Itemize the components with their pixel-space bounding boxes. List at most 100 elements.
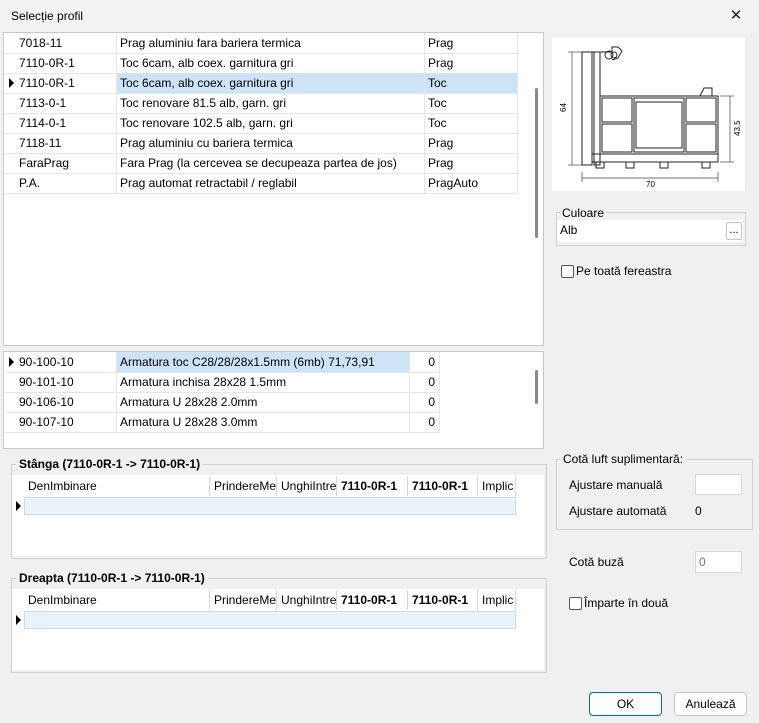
cancel-button[interactable]: Anulează	[674, 692, 747, 716]
column-header[interactable]: 7110-0R-1	[408, 590, 478, 610]
culoare-browse-button[interactable]: ...	[726, 222, 742, 240]
qty-value: 0	[428, 395, 435, 409]
reinforcement-code: 90-101-10	[16, 372, 117, 392]
qty-value: 0	[428, 415, 435, 429]
table-row[interactable]: FaraPrag Fara Prag (la cercevea se decup…	[4, 153, 518, 174]
profile-description: Prag automat retractabil / reglabil	[117, 173, 425, 193]
column-header[interactable]: DenImbinare	[24, 476, 210, 496]
table-row[interactable]: 7113-0-1 Toc renovare 81.5 alb, garn. gr…	[4, 93, 518, 114]
reinforcement-description: Armatura U 28x28 2.0mm	[117, 392, 410, 412]
profile-code: 7110-0R-1	[16, 73, 117, 93]
column-header[interactable]: UnghiIntre	[277, 590, 337, 610]
column-header[interactable]: 7110-0R-1	[337, 476, 408, 496]
profile-type: PragAuto	[425, 173, 518, 193]
profile-code: 7018-11	[16, 33, 117, 53]
ajustare-manuala-input[interactable]	[695, 474, 742, 495]
row-pointer-icon	[9, 357, 14, 367]
reinforcement-code: 90-107-10	[16, 412, 117, 432]
profile-code: FaraPrag	[16, 153, 117, 173]
profile-type: Toc	[425, 73, 518, 93]
row-pointer-icon	[16, 501, 21, 511]
row-pointer-icon	[9, 78, 14, 88]
stanga-title-word: Stânga	[19, 457, 60, 471]
column-header[interactable]: Implic	[478, 476, 516, 496]
imparte-label: Împarte în două	[584, 596, 669, 610]
ajustare-manuala-label: Ajustare manuală	[569, 478, 663, 492]
culoare-value: Alb	[560, 223, 578, 237]
culoare-label: Culoare	[560, 206, 607, 220]
close-icon[interactable]: ✕	[713, 0, 759, 32]
reinforcement-description: Armatura toc C28/28/28x1.5mm (6mb) 71,73…	[117, 352, 410, 372]
ajustare-automata-value: 0	[695, 504, 702, 518]
window-title: Selecție profil	[11, 9, 84, 23]
profile-type: Prag	[425, 33, 518, 53]
column-header[interactable]: UnghiIntre	[277, 476, 337, 496]
reinforcement-code: 90-106-10	[16, 392, 117, 412]
profile-description: Prag aluminiu cu bariera termica	[117, 133, 425, 153]
profiles-grid: 7018-11 Prag aluminiu fara bariera termi…	[3, 32, 544, 346]
reinforcement-description: Armatura U 28x28 3.0mm	[117, 412, 410, 432]
table-row[interactable]: 90-106-10 Armatura U 28x28 2.0mm 0	[4, 392, 440, 413]
reinforcement-qty: 0	[410, 412, 440, 432]
table-row[interactable]: 7018-11 Prag aluminiu fara bariera termi…	[4, 33, 518, 54]
profile-type: Toc	[425, 113, 518, 133]
column-header[interactable]: 7110-0R-1	[408, 476, 478, 496]
dim-height-label: 64	[559, 103, 568, 112]
table-row-selected[interactable]: 90-100-10 Armatura toc C28/28/28x1.5mm (…	[4, 352, 440, 373]
vertical-scrollbar[interactable]	[535, 370, 538, 404]
table-row[interactable]: 90-107-10 Armatura U 28x28 3.0mm 0	[4, 412, 440, 433]
table-row[interactable]: 7118-11 Prag aluminiu cu bariera termica…	[4, 133, 518, 154]
table-row[interactable]: 90-101-10 Armatura inchisa 28x28 1.5mm 0	[4, 372, 440, 393]
reinforcement-qty: 0	[410, 352, 440, 372]
reinforcement-description: Armatura inchisa 28x28 1.5mm	[117, 372, 410, 392]
profile-preview: 64 70 43,5	[552, 38, 745, 191]
profile-code: P.A.	[16, 173, 117, 193]
profile-code: 7114-0-1	[16, 113, 117, 133]
qty-value: 0	[428, 375, 435, 389]
title-bar: Selecție profil ✕	[0, 0, 759, 32]
profile-type: Prag	[425, 53, 518, 73]
table-row[interactable]: P.A. Prag automat retractabil / reglabil…	[4, 173, 518, 194]
ajustare-automata-label: Ajustare automată	[569, 504, 667, 518]
new-row[interactable]	[24, 611, 516, 629]
profile-code: 7110-0R-1	[16, 53, 117, 73]
column-header[interactable]: 7110-0R-1	[337, 590, 408, 610]
reinforcement-grid: 90-100-10 Armatura toc C28/28/28x1.5mm (…	[3, 351, 544, 449]
profile-description: Toc 6cam, alb coex. garnitura gri	[117, 73, 425, 93]
culoare-field[interactable]: Alb	[557, 220, 743, 242]
column-header[interactable]: PrindereMe	[210, 476, 277, 496]
reinforcement-code: 90-100-10	[16, 352, 117, 372]
profile-description: Fara Prag (la cercevea se decupeaza part…	[117, 153, 425, 173]
table-row[interactable]: 7110-0R-1 Toc 6cam, alb coex. garnitura …	[4, 53, 518, 74]
cota-buza-input[interactable]	[695, 551, 742, 573]
profile-code: 7113-0-1	[16, 93, 117, 113]
imparte-checkbox[interactable]	[569, 597, 582, 610]
profile-type: Prag	[425, 153, 518, 173]
reinforcement-qty: 0	[410, 392, 440, 412]
dreapta-grid: DenImbinare PrindereMe UnghiIntre 7110-0…	[12, 589, 544, 670]
dialog-window: Selecție profil ✕ 7018-11 Prag aluminiu …	[0, 0, 759, 723]
row-pointer-icon	[16, 615, 21, 625]
stanga-title: Stânga (7110-0R-1 -> 7110-0R-1)	[16, 457, 204, 471]
pe-toata-checkbox[interactable]	[561, 265, 574, 278]
dreapta-title-word: Dreapta	[19, 571, 64, 585]
column-header[interactable]: DenImbinare	[24, 590, 210, 610]
reinforcement-qty: 0	[410, 372, 440, 392]
dreapta-title: Dreapta (7110-0R-1 -> 7110-0R-1)	[16, 571, 208, 585]
profile-description: Prag aluminiu fara bariera termica	[117, 33, 425, 53]
profile-description: Toc renovare 81.5 alb, garn. gri	[117, 93, 425, 113]
stanga-grid: DenImbinare PrindereMe UnghiIntre 7110-0…	[12, 475, 544, 556]
cota-luft-title: Cotă luft suplimentară:	[561, 452, 686, 466]
column-header[interactable]: Implic	[478, 590, 516, 610]
cota-buza-label: Cotă buză	[569, 555, 624, 569]
table-row-selected[interactable]: 7110-0R-1 Toc 6cam, alb coex. garnitura …	[4, 73, 518, 94]
vertical-scrollbar[interactable]	[535, 88, 538, 238]
table-row[interactable]: 7114-0-1 Toc renovare 102.5 alb, garn. g…	[4, 113, 518, 134]
qty-value: 0	[428, 355, 435, 369]
new-row[interactable]	[24, 497, 516, 515]
dim-width-label: 70	[646, 180, 655, 189]
column-header[interactable]: PrindereMe	[210, 590, 277, 610]
profile-type: Toc	[425, 93, 518, 113]
profile-type: Prag	[425, 133, 518, 153]
ok-button[interactable]: OK	[589, 692, 662, 716]
